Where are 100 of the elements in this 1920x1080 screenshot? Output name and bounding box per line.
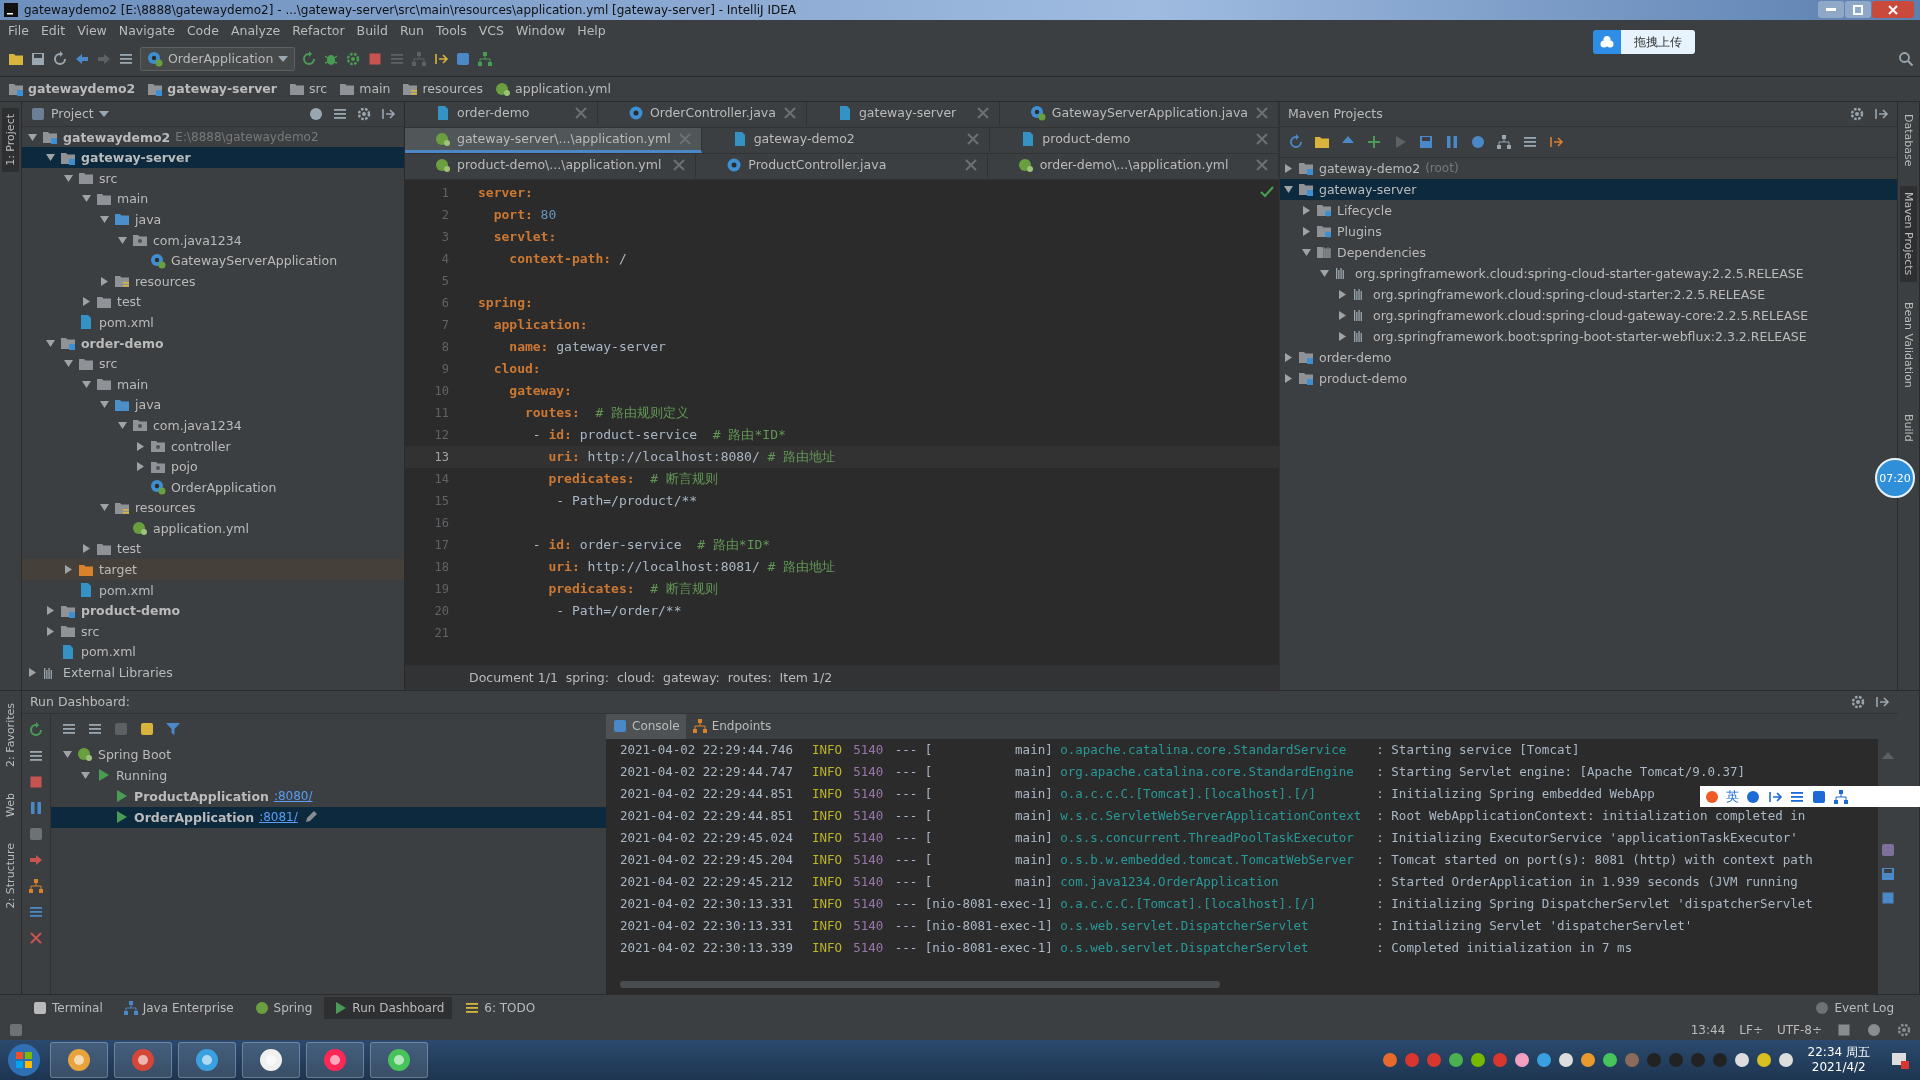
gear-icon[interactable] [345, 50, 362, 67]
tree-row[interactable]: ProductApplication :8080/ [51, 785, 606, 807]
expanded-arrow-icon[interactable] [64, 359, 73, 369]
tree-label[interactable]: org.springframework.cloud:spring-cloud-starter-gateway:2.2.5.RELEASE [1355, 265, 1804, 281]
tool-window-tab[interactable]: Web [2, 786, 19, 823]
tree-label[interactable]: main [117, 191, 149, 207]
tree-row[interactable]: gateway-server [22, 147, 404, 168]
tray-icon[interactable] [1733, 1052, 1750, 1069]
expanded-arrow-icon[interactable] [63, 749, 72, 759]
tree-label[interactable]: main [117, 376, 149, 392]
tree-row[interactable]: application.yml [22, 518, 404, 539]
tray-icon[interactable] [1381, 1052, 1398, 1069]
tree-label[interactable]: src [99, 170, 118, 186]
save-icon[interactable] [1418, 133, 1434, 150]
tree-icon[interactable] [28, 877, 44, 894]
line-separator[interactable]: LF÷ [1739, 1023, 1763, 1038]
editor-tab[interactable]: gateway-server\...\application.yml [405, 127, 702, 153]
tree-label[interactable]: org.springframework.cloud:spring-cloud-starter:2.2.5.RELEASE [1373, 286, 1766, 302]
structure-crumb[interactable]: cloud: [617, 670, 656, 686]
expanded-arrow-icon[interactable] [82, 194, 91, 204]
tool-window-tab[interactable]: 1: Project [2, 107, 19, 172]
tree-label[interactable]: pojo [171, 459, 198, 475]
expanded-arrow-icon[interactable] [64, 173, 73, 183]
menu-item[interactable]: Tools [429, 23, 473, 39]
expanded-arrow-icon[interactable] [46, 153, 55, 163]
refresh-icon[interactable] [301, 50, 318, 67]
tree-row[interactable]: main [22, 373, 404, 395]
tree-label[interactable]: pom.xml [81, 644, 136, 660]
tree-row[interactable]: resources [22, 497, 404, 519]
tree-row[interactable]: src [22, 168, 404, 189]
tray-icon[interactable] [1557, 1052, 1574, 1069]
collapsed-arrow-icon[interactable] [46, 606, 55, 616]
tree-icon[interactable] [1496, 133, 1512, 150]
collapsed-arrow-icon[interactable] [28, 668, 37, 678]
caret-icon[interactable] [98, 110, 109, 117]
expanded-arrow-icon[interactable] [1284, 184, 1293, 194]
close-icon[interactable] [671, 156, 688, 173]
structure-crumb[interactable]: routes: [727, 670, 772, 686]
collapsed-arrow-icon[interactable] [136, 441, 145, 451]
collapsed-arrow-icon[interactable] [1302, 226, 1311, 236]
gear-icon[interactable] [1850, 693, 1866, 710]
circle-icon[interactable] [1745, 788, 1761, 805]
collapsed-arrow-icon[interactable] [46, 626, 55, 636]
expanded-arrow-icon[interactable] [46, 338, 55, 348]
tray-icon[interactable] [1513, 1052, 1530, 1069]
tree-label[interactable]: Spring Boot [98, 746, 172, 762]
tree-row[interactable]: Plugins [1280, 220, 1897, 242]
tree-row[interactable]: product-demo [1280, 367, 1897, 389]
menu-item[interactable]: Edit [34, 23, 72, 39]
collapsed-arrow-icon[interactable] [64, 565, 73, 575]
tool-window-tab[interactable]: Maven Projects [1900, 186, 1917, 282]
close-icon[interactable] [781, 104, 798, 121]
editor-tab[interactable]: order-demo [405, 101, 598, 127]
event-log-button[interactable]: Event Log [1814, 999, 1894, 1016]
menu-item[interactable]: Window [510, 23, 572, 39]
tree-label[interactable]: gateway-server [1319, 181, 1417, 197]
breadcrumb-item[interactable]: resources [402, 80, 484, 97]
tree-row[interactable]: External Libraries [22, 662, 404, 683]
taskbar-app-button[interactable] [306, 1042, 364, 1079]
tree-row[interactable]: test [22, 538, 404, 560]
pause-icon[interactable] [28, 799, 44, 816]
tree-label[interactable]: Plugins [1337, 223, 1382, 239]
breadcrumb-item[interactable]: gateway-server [147, 80, 277, 97]
tray-icon[interactable] [1755, 1052, 1772, 1069]
tree-row[interactable]: java [22, 209, 404, 230]
tree-row[interactable]: gatewaydemo2 E:\8888\gatewaydemo2 [22, 126, 404, 148]
structure-crumb[interactable]: Item 1/2 [779, 670, 833, 686]
tool-window-tab[interactable]: 2: Favorites [2, 696, 19, 773]
circle-icon[interactable] [1470, 133, 1486, 150]
save-icon[interactable] [30, 50, 46, 67]
tree-row[interactable]: Lifecycle [1280, 199, 1897, 221]
gear-icon[interactable] [356, 105, 372, 122]
square-icon[interactable] [1811, 788, 1827, 805]
gear-icon[interactable] [1896, 1022, 1912, 1039]
square-icon[interactable] [139, 720, 155, 737]
close-icon[interactable] [1254, 130, 1270, 147]
taskbar-app-button[interactable] [370, 1042, 428, 1079]
tray-icon[interactable] [1535, 1052, 1552, 1069]
close-icon[interactable] [1254, 104, 1270, 121]
expanded-arrow-icon[interactable] [28, 132, 37, 142]
collapsed-arrow-icon[interactable] [1338, 331, 1347, 341]
tree-label[interactable]: pom.xml [99, 582, 154, 598]
tree-row[interactable]: resources [22, 270, 404, 292]
editor-tab[interactable]: product-demo\...\application.yml [405, 153, 697, 179]
tree-row[interactable]: Dependencies [1280, 241, 1897, 263]
square-icon[interactable] [455, 50, 472, 67]
taskbar-app-button[interactable] [50, 1042, 108, 1079]
menu-item[interactable]: Build [350, 23, 394, 39]
tree-row[interactable]: src [22, 621, 404, 642]
tree-row[interactable]: order-demo [22, 332, 404, 354]
editor-tab[interactable]: product-demo [990, 127, 1279, 153]
minimize-button[interactable] [1818, 1, 1844, 19]
tree-row[interactable]: org.springframework.cloud:spring-cloud-starter-gateway:2.2.5.RELEASE [1280, 262, 1897, 284]
tool-tab[interactable]: 6: TODO [456, 996, 544, 1019]
tool-window-tab[interactable]: Build [1900, 407, 1917, 448]
expanded-arrow-icon[interactable] [118, 235, 127, 245]
editor-tab[interactable]: gateway-server [806, 101, 1000, 127]
tree-label[interactable]: order-demo [1319, 349, 1392, 365]
editor-tab[interactable]: gateway-demo2 [701, 127, 991, 153]
close-icon[interactable] [1254, 156, 1270, 173]
